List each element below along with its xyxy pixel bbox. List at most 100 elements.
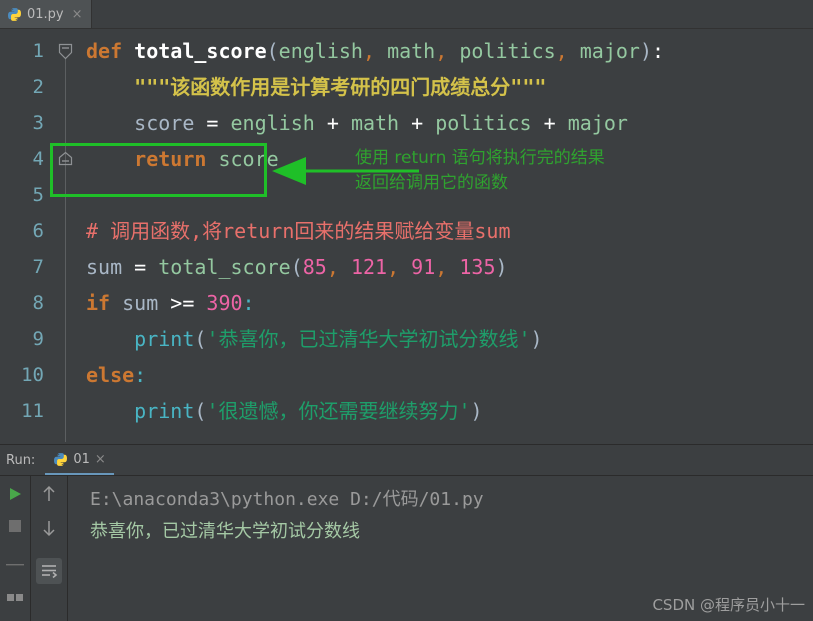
code-token: score	[218, 147, 279, 171]
pycharm-window: 01.py × 1 2 3 4 5 6 7 8 9 10 11 def total_score(en…	[0, 0, 813, 621]
code-token: ,	[555, 39, 580, 63]
code-token: sum	[122, 291, 171, 315]
line-number: 2	[32, 76, 44, 98]
line-number: 9	[32, 328, 44, 350]
code-line[interactable]: if sum >= 390:	[80, 285, 813, 321]
code-folding-gutter[interactable]	[52, 29, 80, 444]
close-icon[interactable]: ×	[95, 452, 106, 467]
line-number: 11	[21, 400, 44, 422]
fold-guide-line	[65, 59, 66, 442]
code-token: math	[387, 39, 436, 63]
code-token: )	[530, 327, 543, 351]
scroll-up-button[interactable]	[39, 484, 59, 504]
code-token: =	[134, 255, 159, 279]
code-line[interactable]: return score	[80, 141, 813, 177]
code-token: math	[350, 111, 412, 135]
code-token: major	[567, 111, 628, 135]
run-tab-label: 01	[73, 451, 90, 467]
code-token: +	[543, 111, 568, 135]
fold-marker-line1[interactable]	[58, 43, 73, 60]
code-token: ,	[387, 255, 412, 279]
code-content[interactable]: def total_score(english, math, politics,…	[80, 29, 813, 444]
run-button[interactable]	[5, 484, 25, 504]
line-number: 8	[32, 292, 44, 314]
run-navigation-toolbar	[31, 476, 68, 621]
code-line[interactable]: """该函数作用是计算考研的四门成绩总分"""	[80, 69, 813, 105]
code-token: major	[579, 39, 640, 63]
code-token: politics	[459, 39, 556, 63]
code-token: print	[134, 399, 195, 423]
code-line[interactable]: print('很遗憾，你还需要继续努力')	[80, 393, 813, 429]
code-token: (	[266, 39, 279, 63]
code-token: )	[495, 255, 508, 279]
code-token: sum	[86, 255, 135, 279]
code-token: total_score	[134, 39, 267, 63]
line-number: 6	[32, 220, 44, 242]
code-token: :	[134, 363, 147, 387]
stop-button[interactable]	[5, 516, 25, 536]
code-token: (	[194, 399, 207, 423]
line-number-gutter: 1 2 3 4 5 6 7 8 9 10 11	[0, 29, 52, 444]
run-tool-window-header: Run: 01 ×	[0, 444, 813, 475]
code-line[interactable]: sum = total_score(85, 121, 91, 135)	[80, 249, 813, 285]
code-token: >=	[170, 291, 207, 315]
python-file-icon	[7, 7, 22, 22]
code-token: 91	[411, 255, 436, 279]
line-number: 1	[32, 40, 44, 62]
python-icon	[53, 452, 68, 467]
code-editor[interactable]: 1 2 3 4 5 6 7 8 9 10 11 def total_score(english, m…	[0, 29, 813, 444]
soft-wrap-button[interactable]	[36, 558, 62, 584]
code-token: 121	[350, 255, 388, 279]
console-command-line: E:\anaconda3\python.exe D:/代码/01.py	[90, 489, 484, 510]
run-tab-01[interactable]: 01 ×	[45, 445, 114, 475]
code-token: :	[652, 39, 665, 63]
code-token: '很遗憾，你还需要继续努力'	[206, 399, 471, 423]
editor-tab-bar: 01.py ×	[0, 0, 813, 29]
code-token: # 调用函数,将return回来的结果赋给变量sum	[86, 219, 511, 243]
separator	[5, 554, 25, 574]
code-token: ,	[435, 39, 460, 63]
code-token: )	[639, 39, 653, 63]
code-token: :	[242, 291, 255, 315]
code-token: ,	[326, 255, 351, 279]
code-token: (	[194, 327, 207, 351]
scroll-down-button[interactable]	[39, 518, 59, 538]
code-token: =	[206, 111, 231, 135]
close-icon[interactable]: ×	[72, 8, 83, 21]
code-token: +	[326, 111, 351, 135]
line-number: 10	[21, 364, 44, 386]
code-token: if	[86, 291, 123, 315]
line-number: 5	[32, 184, 44, 206]
run-controls-toolbar	[0, 476, 31, 621]
code-token: politics	[435, 111, 544, 135]
code-line[interactable]: else:	[80, 357, 813, 393]
code-token: score	[86, 111, 207, 135]
code-token: return	[134, 147, 219, 171]
code-line[interactable]: score = english + math + politics + majo…	[80, 105, 813, 141]
editor-tab-01py[interactable]: 01.py ×	[0, 0, 92, 28]
code-token: def	[86, 39, 135, 63]
console-output-line: 恭喜你，已过清华大学初试分数线	[90, 521, 360, 542]
code-token: """该函数作用是计算考研的四门成绩总分"""	[86, 75, 547, 99]
pin-tab-button[interactable]	[5, 586, 25, 606]
code-token: ,	[362, 39, 388, 63]
code-line[interactable]: def total_score(english, math, politics,…	[80, 33, 813, 69]
code-token: english	[278, 39, 363, 63]
code-line[interactable]: # 调用函数,将return回来的结果赋给变量sum	[80, 213, 813, 249]
watermark: CSDN @程序员小十一	[652, 596, 805, 614]
code-token: (	[290, 255, 303, 279]
code-token: +	[411, 111, 436, 135]
code-token: ,	[435, 255, 460, 279]
code-token: )	[470, 399, 483, 423]
code-line[interactable]	[80, 177, 813, 213]
line-number: 3	[32, 112, 44, 134]
line-number: 7	[32, 256, 44, 278]
code-line[interactable]: print('恭喜你，已过清华大学初试分数线')	[80, 321, 813, 357]
code-token: else	[86, 363, 135, 387]
fold-marker-line4[interactable]	[58, 151, 73, 166]
run-label: Run:	[6, 452, 36, 468]
code-token: 135	[459, 255, 496, 279]
line-number: 4	[32, 148, 44, 170]
